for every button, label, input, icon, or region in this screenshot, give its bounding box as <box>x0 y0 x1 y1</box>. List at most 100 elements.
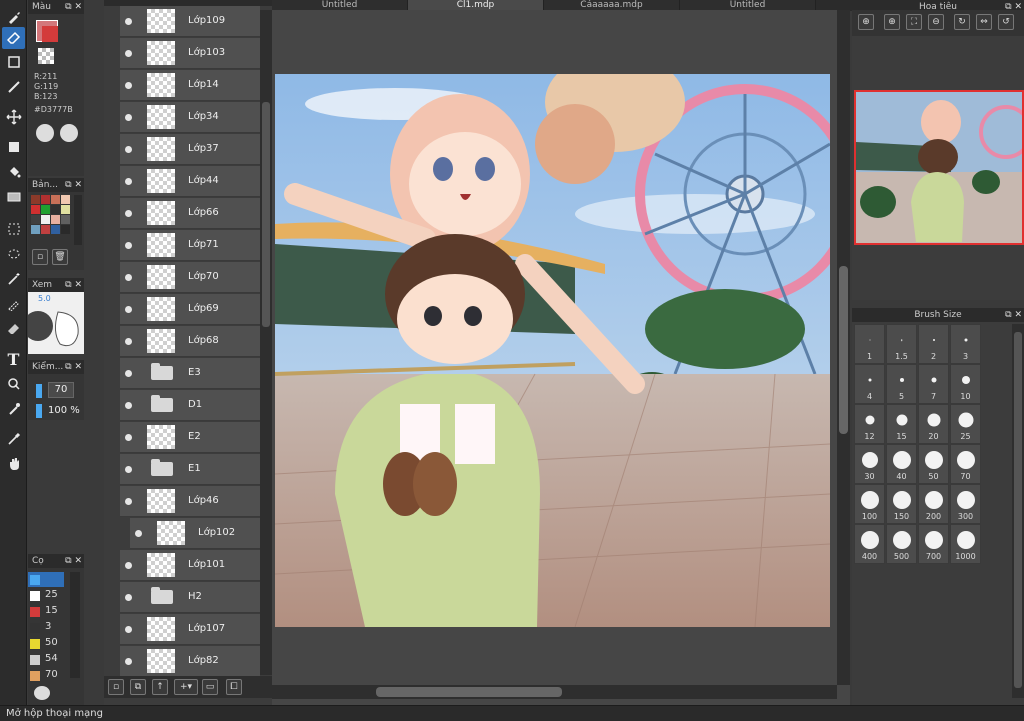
pipette-icon[interactable] <box>2 428 25 450</box>
artwork-canvas[interactable] <box>275 74 830 627</box>
select-rect-icon[interactable] <box>2 218 25 240</box>
fill-rect-tool-icon[interactable] <box>2 136 25 158</box>
layer-row[interactable]: Lớp69 <box>120 294 260 325</box>
panel-buttons-icon[interactable]: ⧉ ✕ <box>1005 308 1022 322</box>
visibility-eye-icon[interactable] <box>125 402 132 409</box>
brush-list-item[interactable] <box>28 572 64 587</box>
brush-size-cell[interactable]: 5 <box>886 364 917 404</box>
flip-icon[interactable]: ⇔ <box>976 14 992 30</box>
merge-layer-icon[interactable]: ⧠ <box>226 679 242 695</box>
brush-size-cell[interactable]: 12 <box>854 404 885 444</box>
fit-window-icon[interactable]: ⛶ <box>906 14 922 30</box>
layer-up-icon[interactable]: ↑ <box>152 679 168 695</box>
layers-scrollbar[interactable] <box>260 10 272 675</box>
visibility-eye-icon[interactable] <box>135 530 142 537</box>
brush-size-cell[interactable]: 1 <box>854 324 885 364</box>
brush-size-cell[interactable]: 200 <box>918 484 949 524</box>
line-tool-icon[interactable] <box>2 76 25 98</box>
layer-row[interactable]: Lớp46 <box>120 486 260 517</box>
layer-row[interactable]: D1 <box>120 390 260 421</box>
brush-list-item[interactable]: 15 <box>28 604 64 619</box>
panel-buttons-icon[interactable]: ⧉ ✕ <box>65 178 82 192</box>
brush-list-item[interactable]: 50 <box>28 636 64 651</box>
brush-size-cell[interactable]: 10 <box>950 364 981 404</box>
palette-swatch[interactable] <box>41 215 50 224</box>
palette-swatch[interactable] <box>51 205 60 214</box>
brush-size-cell[interactable]: 1000 <box>950 524 981 564</box>
brush-size-cell[interactable]: 20 <box>918 404 949 444</box>
brush-size-cell[interactable]: 70 <box>950 444 981 484</box>
brush-size-cell[interactable]: 400 <box>854 524 885 564</box>
text-icon[interactable]: T <box>2 348 25 370</box>
select-pen-icon[interactable] <box>2 293 25 315</box>
brush-list-item[interactable]: 25 <box>28 588 64 603</box>
palette-swatch[interactable] <box>31 205 40 214</box>
canvas-hscroll-thumb[interactable] <box>376 687 562 697</box>
palette-swatch[interactable] <box>31 225 40 234</box>
layer-row[interactable]: Lớp101 <box>120 550 260 581</box>
palette-scrollbar[interactable] <box>74 195 82 245</box>
layer-row[interactable]: E2 <box>120 422 260 453</box>
opacity-slider-icon[interactable] <box>36 404 42 418</box>
visibility-eye-icon[interactable] <box>125 178 132 185</box>
background-color-swatch[interactable] <box>38 48 54 64</box>
brush-size-cell[interactable]: 700 <box>918 524 949 564</box>
zoom-in-icon[interactable]: ⊕ <box>858 14 874 30</box>
canvas-vscroll-thumb[interactable] <box>839 266 848 434</box>
palette-icon[interactable] <box>36 124 54 142</box>
folder-icon[interactable]: ▭ <box>202 679 218 695</box>
panel-buttons-icon[interactable]: ⧉ ✕ <box>65 278 82 292</box>
brush-list-scrollbar[interactable] <box>70 572 80 678</box>
brush-size-scroll-thumb[interactable] <box>1014 332 1022 688</box>
eraser-tool-icon[interactable] <box>2 27 25 49</box>
bucket-tool-icon[interactable] <box>2 161 25 183</box>
brush-list-item[interactable]: 3 <box>28 620 64 635</box>
brush-size-cell[interactable]: 500 <box>886 524 917 564</box>
new-layer-icon[interactable]: ▫ <box>108 679 124 695</box>
palette-swatch[interactable] <box>61 225 70 234</box>
palette-swatch[interactable] <box>61 205 70 214</box>
panel-buttons-icon[interactable]: ⧉ ✕ <box>65 0 82 14</box>
visibility-eye-icon[interactable] <box>125 50 132 57</box>
visibility-eye-icon[interactable] <box>125 370 132 377</box>
palette-delete-icon[interactable]: 🗑 <box>52 249 68 265</box>
layer-row[interactable]: Lớp37 <box>120 134 260 165</box>
brush-size-cell[interactable]: 100 <box>854 484 885 524</box>
visibility-eye-icon[interactable] <box>125 210 132 217</box>
brush-size-cell[interactable]: 300 <box>950 484 981 524</box>
palette-swatch[interactable] <box>41 225 50 234</box>
visibility-eye-icon[interactable] <box>125 338 132 345</box>
visibility-eye-icon[interactable] <box>125 146 132 153</box>
layer-row[interactable]: Lớp82 <box>120 646 260 677</box>
rotate-icon[interactable]: ↻ <box>954 14 970 30</box>
palette-swatch[interactable] <box>51 195 60 204</box>
brush-size-cell[interactable]: 2 <box>918 324 949 364</box>
layer-row[interactable]: Lớp34 <box>120 102 260 133</box>
brush-tool-icon[interactable] <box>2 6 25 28</box>
palette-swatch[interactable] <box>41 205 50 214</box>
brush-size-cell[interactable]: 30 <box>854 444 885 484</box>
duplicate-layer-icon[interactable]: ⧉ <box>130 679 146 695</box>
brush-size-scrollbar[interactable] <box>1012 324 1024 698</box>
size-slider-icon[interactable] <box>36 384 42 398</box>
canvas-hscrollbar[interactable] <box>272 685 837 699</box>
rectangle-tool-icon[interactable] <box>2 51 25 73</box>
layer-row[interactable]: Lớp102 <box>130 518 260 549</box>
palette-swatch[interactable] <box>61 215 70 224</box>
brush-size-cell[interactable]: 25 <box>950 404 981 444</box>
move-tool-icon[interactable] <box>2 106 25 128</box>
visibility-eye-icon[interactable] <box>125 242 132 249</box>
brush-size-cell[interactable]: 40 <box>886 444 917 484</box>
visibility-eye-icon[interactable] <box>125 274 132 281</box>
visibility-eye-icon[interactable] <box>125 82 132 89</box>
zoom-in-2-icon[interactable]: ⊕ <box>884 14 900 30</box>
brush-add-icon[interactable] <box>34 686 50 700</box>
brush-size-cell[interactable]: 1.5 <box>886 324 917 364</box>
brush-size-cell[interactable]: 4 <box>854 364 885 404</box>
layers-scrollbar-thumb[interactable] <box>262 102 270 327</box>
brush-size-cell[interactable]: 150 <box>886 484 917 524</box>
hand-icon[interactable] <box>2 453 25 475</box>
brush-size-cell[interactable]: 15 <box>886 404 917 444</box>
layer-row[interactable]: Lớp103 <box>120 38 260 69</box>
palette-swatch[interactable] <box>51 215 60 224</box>
